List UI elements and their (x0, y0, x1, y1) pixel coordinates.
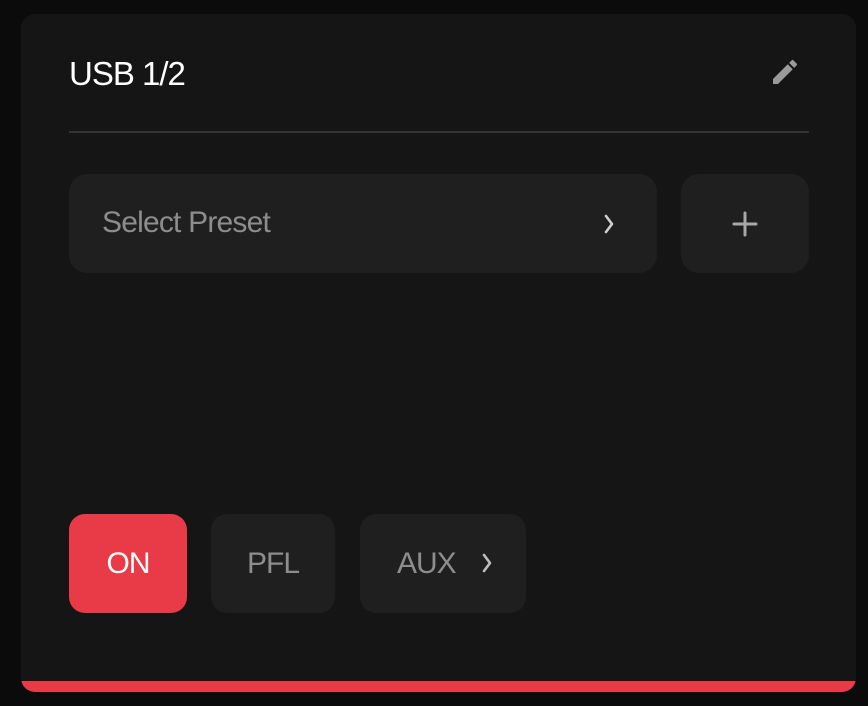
channel-status-bar (21, 681, 856, 692)
on-button[interactable]: ON (69, 514, 187, 613)
channel-header: USB 1/2 (69, 52, 809, 96)
add-preset-button[interactable] (681, 174, 809, 273)
header-divider (69, 131, 809, 133)
chevron-right-icon (482, 553, 492, 573)
pencil-icon[interactable] (769, 56, 801, 88)
pfl-button[interactable]: PFL (211, 514, 335, 613)
channel-strip-card: USB 1/2 Select Preset ON PFL AUX (21, 14, 856, 692)
preset-select-label: Select Preset (102, 206, 271, 239)
preset-select[interactable]: Select Preset (69, 174, 657, 273)
channel-title: USB 1/2 (69, 55, 186, 92)
pfl-button-label: PFL (246, 547, 300, 580)
aux-button-label: AUX (397, 547, 457, 580)
aux-button[interactable]: AUX (360, 514, 526, 613)
chevron-right-icon (604, 214, 614, 234)
on-button-label: ON (106, 547, 151, 580)
plus-icon (732, 211, 758, 237)
